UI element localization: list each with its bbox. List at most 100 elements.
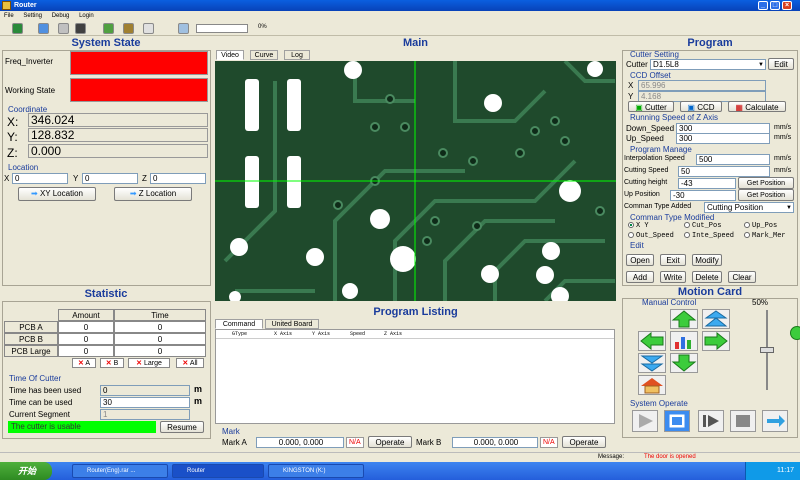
clear-a-button[interactable]: ✕ A [72,358,96,368]
write-button[interactable]: Write [660,271,686,283]
loc-y-input[interactable]: 0 [82,173,138,184]
calculate-button[interactable]: ▦ Calculate [728,101,786,112]
clear-b-button[interactable]: ✕ B [100,358,124,368]
cutter-button[interactable]: ▣ Cutter [628,101,674,112]
tool-icon[interactable] [58,23,69,34]
open-button[interactable]: Open [626,254,654,266]
radio-xy-label: X Y [636,222,649,230]
command-list[interactable]: GType X Axis Y Axis Speed Z Axis [215,329,615,424]
exit-button[interactable]: Exit [660,254,686,266]
loc-x-input[interactable]: 0 [12,173,68,184]
cmd-type-select[interactable]: Cutting Position ▼ [704,202,794,213]
get-position-button-2[interactable]: Get Position [738,189,794,201]
radio-up-pos[interactable]: Up_Pos [744,222,777,230]
radio-mark-mer[interactable]: Mark_Mer [744,232,786,240]
clear-button[interactable]: Clear [728,271,756,283]
tab-log[interactable]: Log [284,50,310,60]
clear-b-label: B [113,360,119,367]
get-position-button-1[interactable]: Get Position [738,177,794,189]
xy-location-button[interactable]: ➡ XY Location [18,187,96,201]
board-icon[interactable] [103,23,114,34]
tab-curve[interactable]: Curve [250,50,278,60]
up-position-input[interactable]: -30 [670,190,736,201]
task-router[interactable]: Router [172,464,264,478]
radio-inte-speed[interactable]: Inte_Speed [684,232,734,240]
stat-row-time: 0 [114,345,206,357]
reset-button[interactable] [762,410,788,432]
radio-xy[interactable]: X Y [628,222,649,230]
tab-video[interactable]: Video [216,50,244,60]
speed-slider[interactable] [760,310,774,390]
add-button[interactable]: Add [626,271,654,283]
pause-button[interactable] [730,410,756,432]
z-up-button[interactable] [702,309,730,329]
arrow-right-icon: ➡ [31,189,38,198]
clear-all-button[interactable]: ✕ All [176,358,204,368]
radio-cut-pos[interactable]: Cut_Pos [684,222,721,230]
cutting-speed-input[interactable]: 50 [678,166,770,177]
tab-united-board[interactable]: United Board [265,319,319,329]
refresh-icon[interactable] [38,23,49,34]
expand-icon[interactable] [790,326,800,340]
close-button[interactable]: × [782,1,792,10]
cutting-height-input[interactable]: -43 [678,178,736,189]
step-button[interactable] [698,410,724,432]
up-speed-unit: mm/s [774,134,792,141]
tab-command[interactable]: Command [215,319,263,329]
radio-mark-mer-label: Mark_Mer [752,232,786,240]
radio-dot-icon [744,222,750,229]
pen-icon[interactable] [143,23,154,34]
menu-login[interactable]: Login [79,13,94,19]
task-kingston[interactable]: KINGSTON (K:) [268,464,364,478]
cutter-select[interactable]: D1.5L8 ▼ [650,59,766,70]
z-down-button[interactable] [638,353,666,373]
time-can-input[interactable]: 30 [100,397,190,408]
camera-icon[interactable] [75,23,86,34]
interp-speed-input[interactable]: 500 [696,154,770,165]
minimize-button[interactable]: _ [758,1,768,10]
menu-setting[interactable]: Setting [23,13,42,19]
move-up-button[interactable] [670,309,698,329]
clear-large-button[interactable]: ✕ Large [128,358,170,368]
start-button[interactable] [632,410,658,432]
modify-button[interactable]: Modify [692,254,722,266]
menu-bar: File Setting Debug Login [0,11,800,21]
radio-inte-speed-label: Inte_Speed [692,232,735,240]
menu-debug[interactable]: Debug [52,13,70,19]
stop-button[interactable] [664,410,690,432]
start-button[interactable]: 开始 [0,462,52,480]
freq-inverter-indicator [70,51,208,75]
task-router-rar[interactable]: Router(Eng).rar ... [72,464,168,478]
layers-icon[interactable] [123,23,134,34]
time-used-label: Time has been used [9,386,82,395]
move-down-button[interactable] [670,353,698,373]
delete-button[interactable]: Delete [692,271,722,283]
up-speed-input[interactable]: 300 [676,133,770,144]
move-right-button[interactable] [702,331,730,351]
working-state-label: Working State [5,86,56,95]
monitor-icon[interactable] [178,23,189,34]
stop-icon [669,414,685,428]
loc-z-input[interactable]: 0 [150,173,206,184]
ccd-button[interactable]: ▣ CCD [680,101,722,112]
maximize-button[interactable]: □ [770,1,780,10]
z-location-button[interactable]: ➡ Z Location [114,187,192,201]
radio-out-speed[interactable]: Out_Speed [628,232,674,240]
cutter-icon: ▣ [635,103,643,112]
col-gtype: GType [232,331,248,337]
move-left-button[interactable] [638,331,666,351]
mark-b-operate-button[interactable]: Operate [562,436,606,448]
cutter-setting-group: Cutter Setting [630,50,679,59]
edit-cutter-button[interactable]: Edit [768,58,794,70]
menu-file[interactable]: File [4,13,14,19]
slider-thumb[interactable] [760,347,774,353]
z-speed-group: Running Speed of Z Axis [630,113,719,122]
save-icon[interactable] [12,23,23,34]
resume-button[interactable]: Resume [160,421,204,433]
home-button[interactable] [638,375,666,395]
chart-button[interactable] [670,331,698,351]
mark-a-operate-button[interactable]: Operate [368,436,412,448]
camera-icon: ▣ [687,103,695,112]
stat-row-time: 0 [114,333,206,345]
mark-group: Mark [222,427,240,436]
